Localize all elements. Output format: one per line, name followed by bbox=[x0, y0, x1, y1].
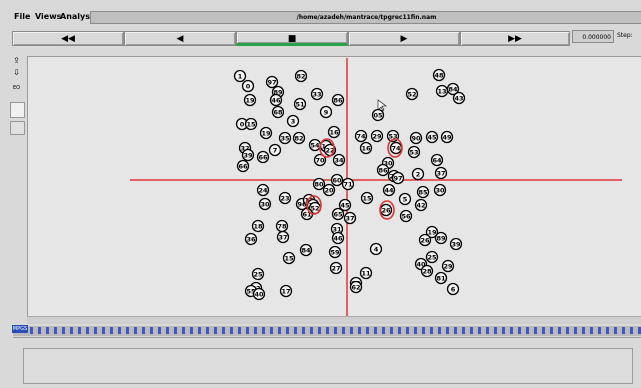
time-readout: 0.000000 bbox=[572, 30, 614, 43]
menu-file[interactable]: File bbox=[14, 12, 30, 21]
fast-forward-button[interactable]: ▶▶ bbox=[460, 31, 570, 46]
zoom-out-icon[interactable]: ⇩ bbox=[10, 67, 23, 78]
rewind-button[interactable]: ◀◀ bbox=[12, 31, 124, 46]
step-label: Step: bbox=[617, 32, 633, 39]
zoom-level-icon[interactable]: EO bbox=[10, 83, 23, 94]
horizontal-scrollbar[interactable] bbox=[27, 316, 641, 324]
monitor-pane bbox=[13, 337, 641, 388]
file-path-title: /home/azadeh/mantrace/tpgrec11fin.nam bbox=[90, 11, 641, 24]
step-back-button[interactable]: ◀ bbox=[124, 31, 236, 46]
menu-bar: File Views Analysis /home/azadeh/mantrac… bbox=[0, 0, 641, 27]
zoom-toolbar: ⇪ ⇩ EO bbox=[8, 55, 25, 135]
play-button[interactable]: ▶ bbox=[348, 31, 460, 46]
slider-handle-icon[interactable] bbox=[10, 102, 25, 118]
network-canvas[interactable] bbox=[27, 56, 641, 316]
timeline-bar[interactable]: MPGS bbox=[12, 325, 641, 336]
monitor-box bbox=[23, 348, 633, 384]
stop-button[interactable]: ■ bbox=[236, 31, 348, 46]
playback-controls: ◀◀ ◀ ■ ▶ ▶▶ bbox=[0, 28, 641, 50]
zoom-in-icon[interactable]: ⇪ bbox=[10, 55, 23, 66]
timeline-label: MPGS bbox=[12, 325, 28, 333]
menu-views[interactable]: Views bbox=[35, 12, 61, 21]
timeline-ticks bbox=[30, 327, 641, 334]
slider-track-icon[interactable] bbox=[10, 121, 25, 135]
